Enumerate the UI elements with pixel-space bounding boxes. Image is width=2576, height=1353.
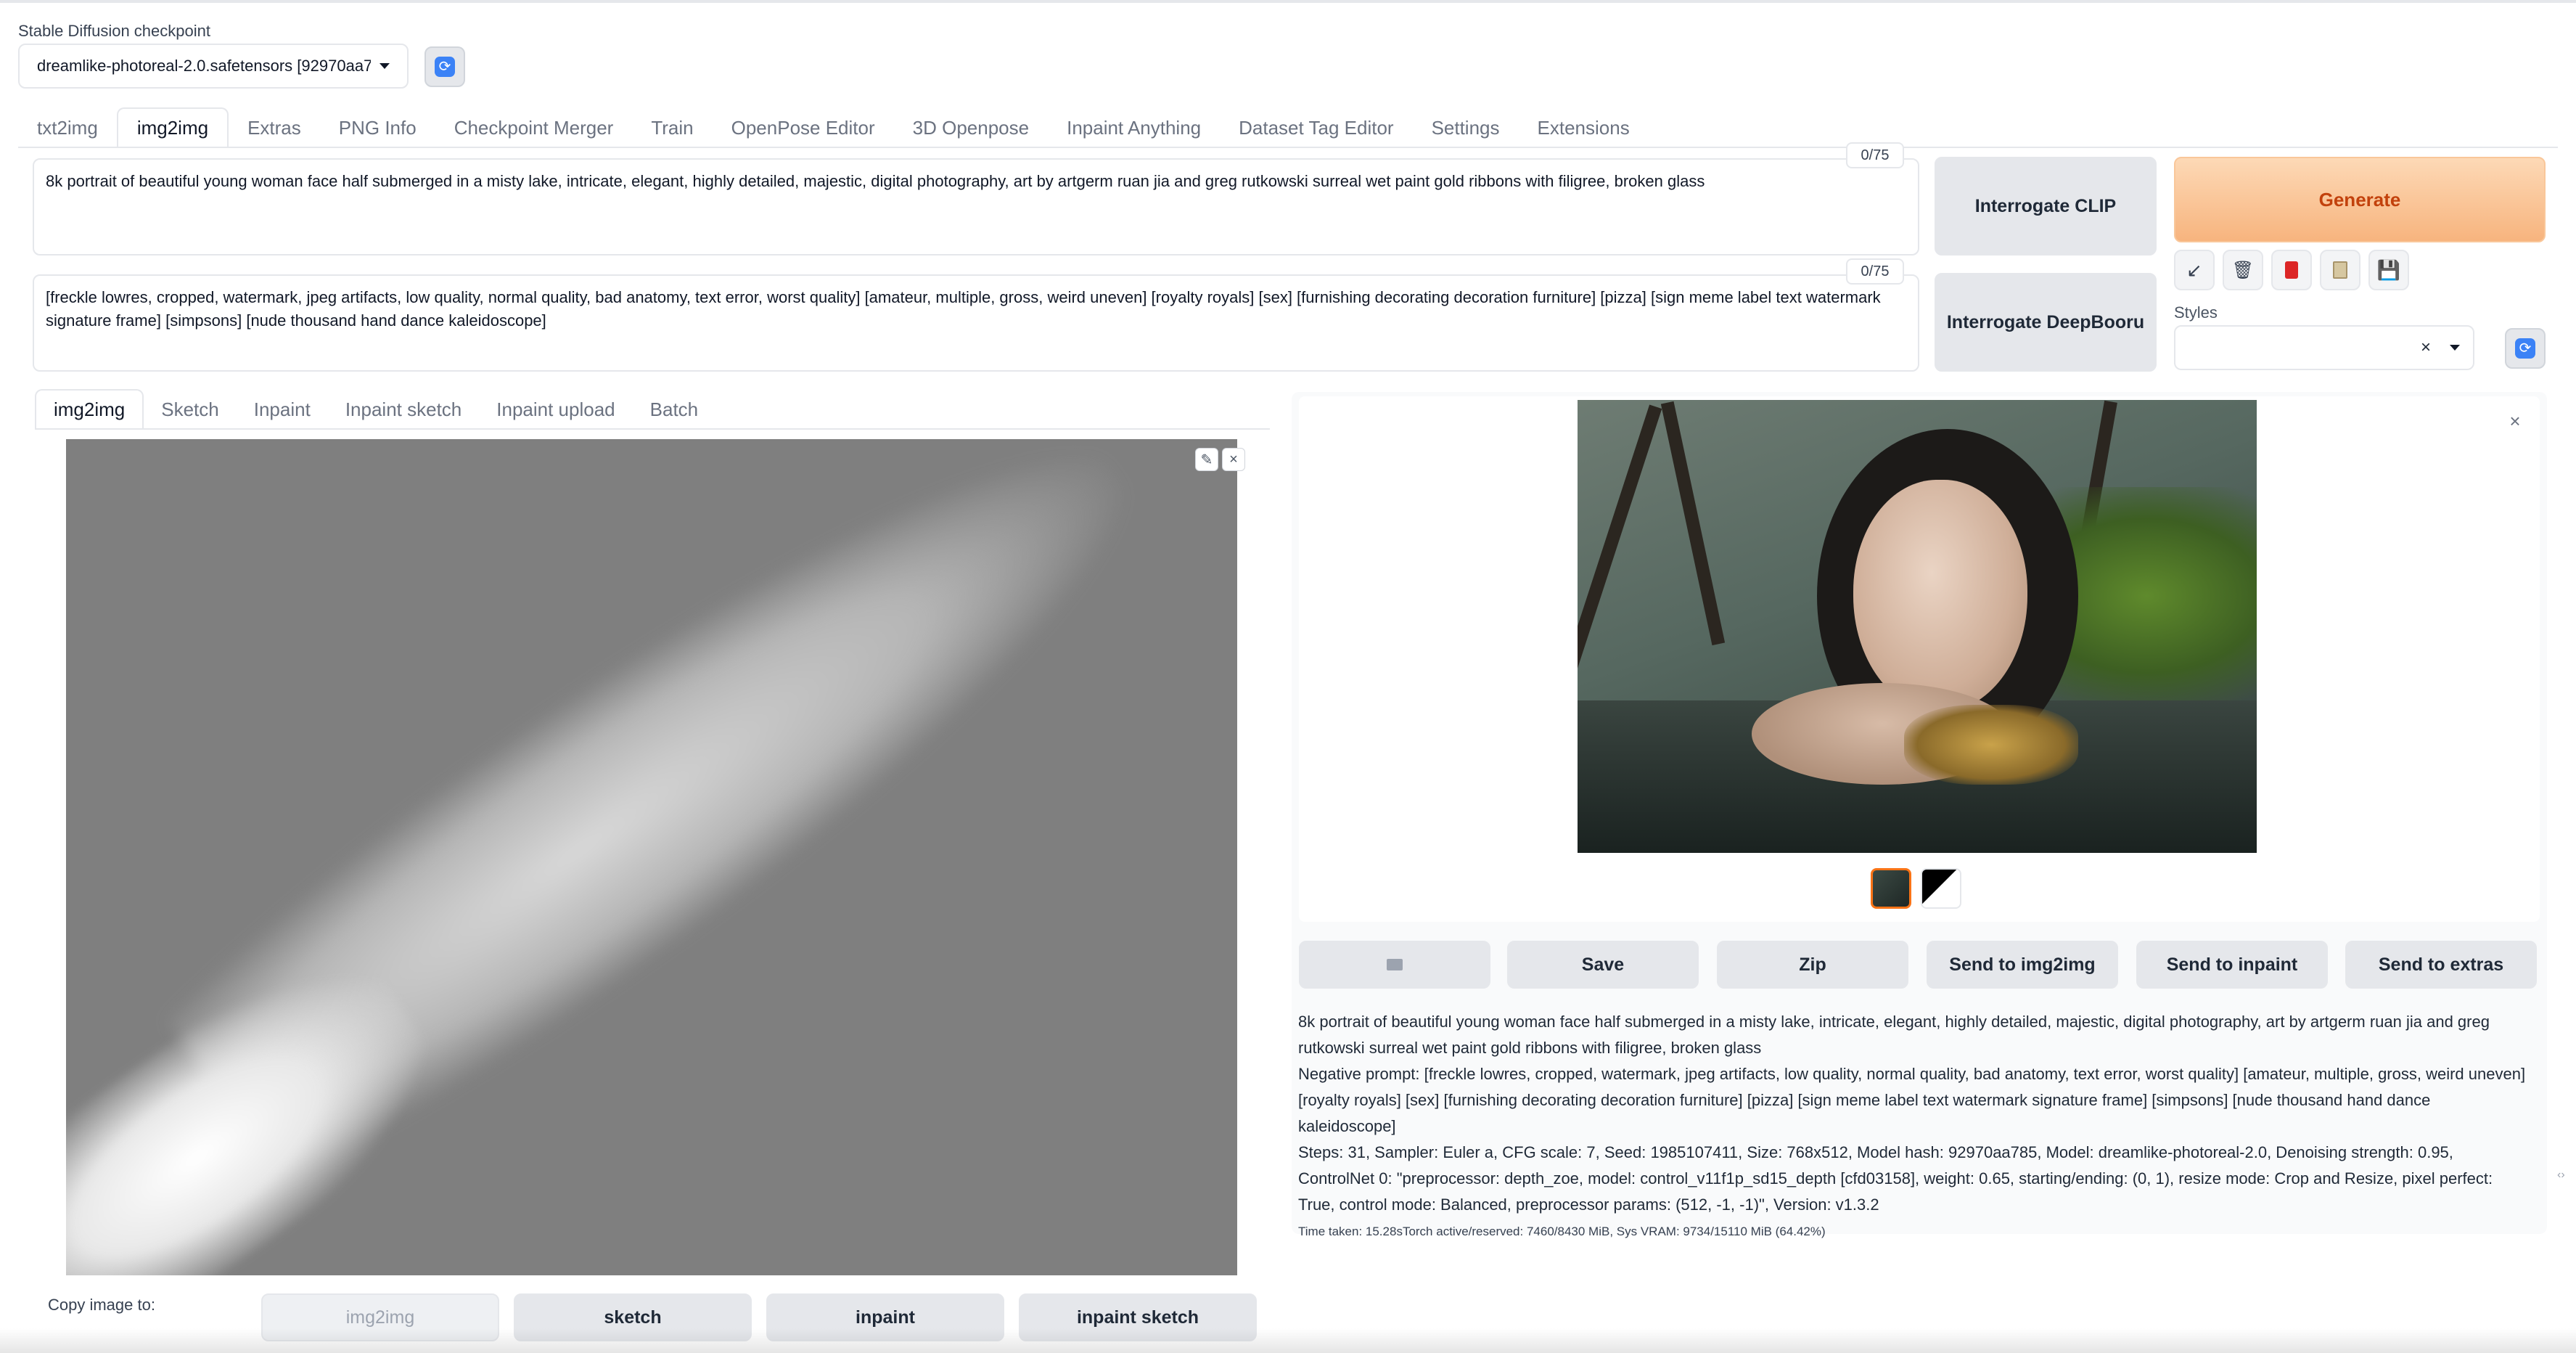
open-folder-button[interactable]	[1299, 941, 1490, 989]
generation-info: 8k portrait of beautiful young woman fac…	[1298, 1009, 2532, 1243]
gallery-thumbnail-2[interactable]	[1921, 868, 1961, 909]
styles-label: Styles	[2174, 303, 2218, 322]
prompt-token-counter: 0/75	[1846, 142, 1904, 168]
arrow-icon: ↙	[2186, 258, 2202, 281]
save-button[interactable]: Save	[1507, 941, 1699, 989]
tab-3d-openpose[interactable]: 3D Openpose	[894, 107, 1048, 148]
tab-extras[interactable]: Extras	[229, 107, 320, 148]
styles-dropdown[interactable]: ×	[2174, 325, 2474, 370]
clear-styles-icon[interactable]: ×	[2421, 338, 2431, 358]
info-negative-prompt: Negative prompt: [freckle lowres, croppe…	[1298, 1065, 2526, 1135]
checkpoint-label: Stable Diffusion checkpoint	[18, 22, 210, 40]
input-image-canvas[interactable]	[66, 439, 1237, 1275]
prompt-input[interactable]: 8k portrait of beautiful young woman fac…	[33, 158, 1919, 256]
save-icon: 💾	[2376, 258, 2401, 281]
negative-prompt-input[interactable]: [freckle lowres, cropped, watermark, jpe…	[33, 274, 1919, 372]
tab-settings[interactable]: Settings	[1413, 107, 1519, 148]
chevron-down-icon	[380, 63, 390, 69]
zip-button[interactable]: Zip	[1717, 941, 1908, 989]
info-parameters: Steps: 31, Sampler: Euler a, CFG scale: …	[1298, 1143, 2493, 1214]
close-icon: ×	[1229, 451, 1238, 467]
close-icon: ×	[2509, 409, 2521, 432]
tab-inpaint[interactable]: Inpaint	[237, 389, 328, 430]
styles-refresh-button[interactable]: ⟳	[2505, 328, 2546, 369]
copy-image-label: Copy image to:	[48, 1296, 155, 1314]
checkpoint-refresh-button[interactable]: ⟳	[424, 46, 465, 87]
tab-inpaint-sketch[interactable]: Inpaint sketch	[328, 389, 479, 430]
generate-button[interactable]: Generate	[2174, 157, 2546, 242]
output-image[interactable]	[1578, 400, 2257, 853]
remove-image-button[interactable]: ×	[1222, 448, 1245, 471]
checkpoint-value: dreamlike-photoreal-2.0.safetensors [929…	[37, 57, 371, 75]
img2img-mode-tabs: img2img Sketch Inpaint Inpaint sketch In…	[35, 389, 715, 430]
tab-png-info[interactable]: PNG Info	[320, 107, 435, 148]
folder-icon	[1387, 959, 1403, 970]
refresh-icon: ⟳	[435, 57, 455, 77]
tab-checkpoint-merger[interactable]: Checkpoint Merger	[435, 107, 633, 148]
tab-openpose-editor[interactable]: OpenPose Editor	[713, 107, 894, 148]
red-card-icon	[2285, 261, 2298, 279]
tab-inpaint-upload[interactable]: Inpaint upload	[479, 389, 632, 430]
bottom-shadow	[0, 1328, 2576, 1353]
read-params-button[interactable]: ↙	[2174, 250, 2215, 290]
tab-sketch[interactable]: Sketch	[144, 389, 237, 430]
tab-divider	[18, 147, 2558, 148]
clear-prompt-button[interactable]: 🗑	[2223, 250, 2263, 290]
tab-train[interactable]: Train	[632, 107, 712, 148]
save-style-button[interactable]: 💾	[2368, 250, 2409, 290]
tab-extensions[interactable]: Extensions	[1519, 107, 1649, 148]
chevron-down-icon	[2450, 345, 2460, 351]
tab-batch[interactable]: Batch	[633, 389, 716, 430]
apply-style-button[interactable]	[2320, 250, 2360, 290]
main-tabs: txt2img img2img Extras PNG Info Checkpoi…	[18, 107, 1649, 148]
clipboard-icon	[2333, 261, 2347, 279]
checkpoint-dropdown[interactable]: dreamlike-photoreal-2.0.safetensors [929…	[18, 44, 409, 89]
resize-handle-icon[interactable]: ‹›	[2557, 1169, 2565, 1182]
sub-tab-divider	[35, 428, 1270, 430]
top-border	[0, 0, 2576, 3]
tab-dataset-tag-editor[interactable]: Dataset Tag Editor	[1220, 107, 1412, 148]
send-to-extras-button[interactable]: Send to extras	[2345, 941, 2537, 989]
interrogate-clip-button[interactable]: Interrogate CLIP	[1935, 157, 2157, 256]
interrogate-deepbooru-button[interactable]: Interrogate DeepBooru	[1935, 273, 2157, 372]
gallery-thumbnail-1[interactable]	[1871, 868, 1911, 909]
edit-image-button[interactable]: ✎	[1195, 448, 1218, 471]
info-timing: Time taken: 15.28sTorch active/reserved:…	[1298, 1225, 1826, 1238]
trash-icon: 🗑	[2231, 260, 2255, 280]
extra-networks-button[interactable]	[2271, 250, 2312, 290]
pencil-icon: ✎	[1200, 451, 1213, 468]
tab-txt2img[interactable]: txt2img	[18, 107, 117, 148]
send-to-inpaint-button[interactable]: Send to inpaint	[2136, 941, 2328, 989]
refresh-icon: ⟳	[2515, 338, 2535, 359]
tab-inpaint-anything[interactable]: Inpaint Anything	[1048, 107, 1220, 148]
send-to-img2img-button[interactable]: Send to img2img	[1927, 941, 2118, 989]
negative-token-counter: 0/75	[1846, 258, 1904, 285]
info-prompt: 8k portrait of beautiful young woman fac…	[1298, 1013, 2490, 1057]
tab-img2img[interactable]: img2img	[116, 107, 229, 148]
close-gallery-button[interactable]: ×	[2502, 408, 2528, 434]
tab-img2img-mode[interactable]: img2img	[35, 389, 144, 430]
